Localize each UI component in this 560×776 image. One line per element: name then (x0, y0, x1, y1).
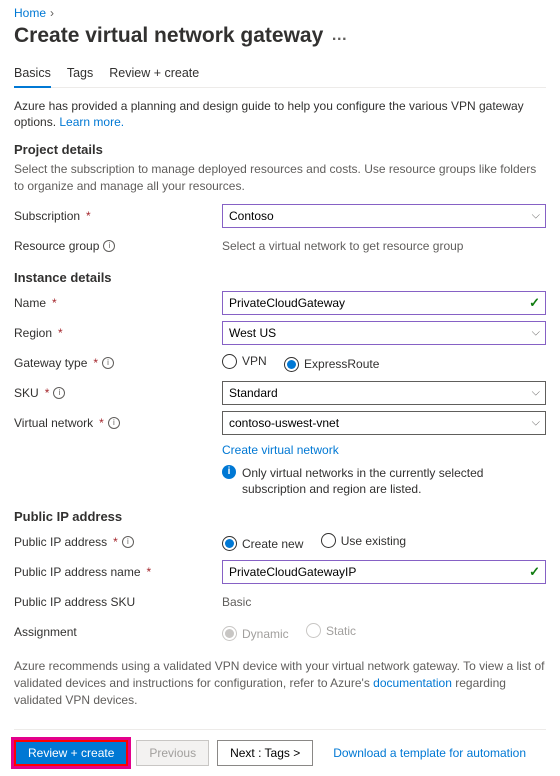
info-bubble-icon: i (222, 465, 236, 479)
region-label: Region* (14, 326, 222, 340)
info-icon[interactable]: i (108, 417, 120, 429)
section-project: Project details (14, 142, 546, 157)
chevron-right-icon: › (50, 6, 54, 20)
project-desc: Select the subscription to manage deploy… (14, 161, 546, 193)
radio-expressroute[interactable]: ExpressRoute (284, 357, 379, 372)
pip-name-input[interactable] (222, 560, 546, 584)
radio-create-new[interactable]: Create new (222, 536, 303, 551)
learn-more-link[interactable]: Learn more. (59, 115, 124, 129)
sku-select[interactable] (222, 381, 546, 405)
radio-static: Static (306, 623, 356, 638)
tab-review-create[interactable]: Review + create (109, 62, 199, 87)
info-icon[interactable]: i (53, 387, 65, 399)
subscription-label: Subscription* (14, 209, 222, 223)
pip-sku-label: Public IP address SKU (14, 595, 222, 609)
info-icon[interactable]: i (102, 357, 114, 369)
footer: Review + create Previous Next : Tags > D… (14, 729, 546, 776)
download-template-link[interactable]: Download a template for automation (333, 746, 526, 760)
breadcrumb-home[interactable]: Home (14, 6, 46, 20)
intro-text: Azure has provided a planning and design… (14, 98, 546, 130)
page-title: Create virtual network gateway … (14, 24, 546, 48)
radio-use-existing[interactable]: Use existing (321, 533, 406, 548)
documentation-link[interactable]: documentation (373, 676, 452, 690)
more-icon[interactable]: … (331, 27, 348, 45)
vnet-select[interactable] (222, 411, 546, 435)
tabs: Basics Tags Review + create (14, 62, 546, 88)
info-icon[interactable]: i (122, 536, 134, 548)
resource-group-label: Resource group i (14, 239, 222, 253)
vnet-label: Virtual network* i (14, 416, 222, 430)
next-button[interactable]: Next : Tags > (217, 740, 313, 766)
tab-basics[interactable]: Basics (14, 62, 51, 88)
name-label: Name* (14, 296, 222, 310)
previous-button: Previous (136, 740, 209, 766)
radio-dynamic: Dynamic (222, 626, 289, 641)
section-instance: Instance details (14, 270, 546, 285)
subscription-select[interactable] (222, 204, 546, 228)
sku-label: SKU* i (14, 386, 222, 400)
section-pip: Public IP address (14, 509, 546, 524)
resource-group-value: Select a virtual network to get resource… (222, 239, 463, 253)
name-input[interactable] (222, 291, 546, 315)
vnet-info: i Only virtual networks in the currently… (222, 465, 546, 497)
recommend-text: Azure recommends using a validated VPN d… (14, 658, 546, 708)
gateway-type-label: Gateway type* i (14, 356, 222, 370)
create-vnet-link[interactable]: Create virtual network (222, 443, 339, 457)
region-select[interactable] (222, 321, 546, 345)
info-icon[interactable]: i (103, 240, 115, 252)
pip-addr-label: Public IP address* i (14, 535, 222, 549)
pip-name-label: Public IP address name* (14, 565, 222, 579)
breadcrumb: Home › (14, 6, 546, 20)
tab-tags[interactable]: Tags (67, 62, 93, 87)
assignment-label: Assignment (14, 625, 222, 639)
pip-sku-value: Basic (222, 595, 251, 609)
radio-vpn[interactable]: VPN (222, 354, 267, 369)
review-create-button[interactable]: Review + create (14, 740, 128, 766)
